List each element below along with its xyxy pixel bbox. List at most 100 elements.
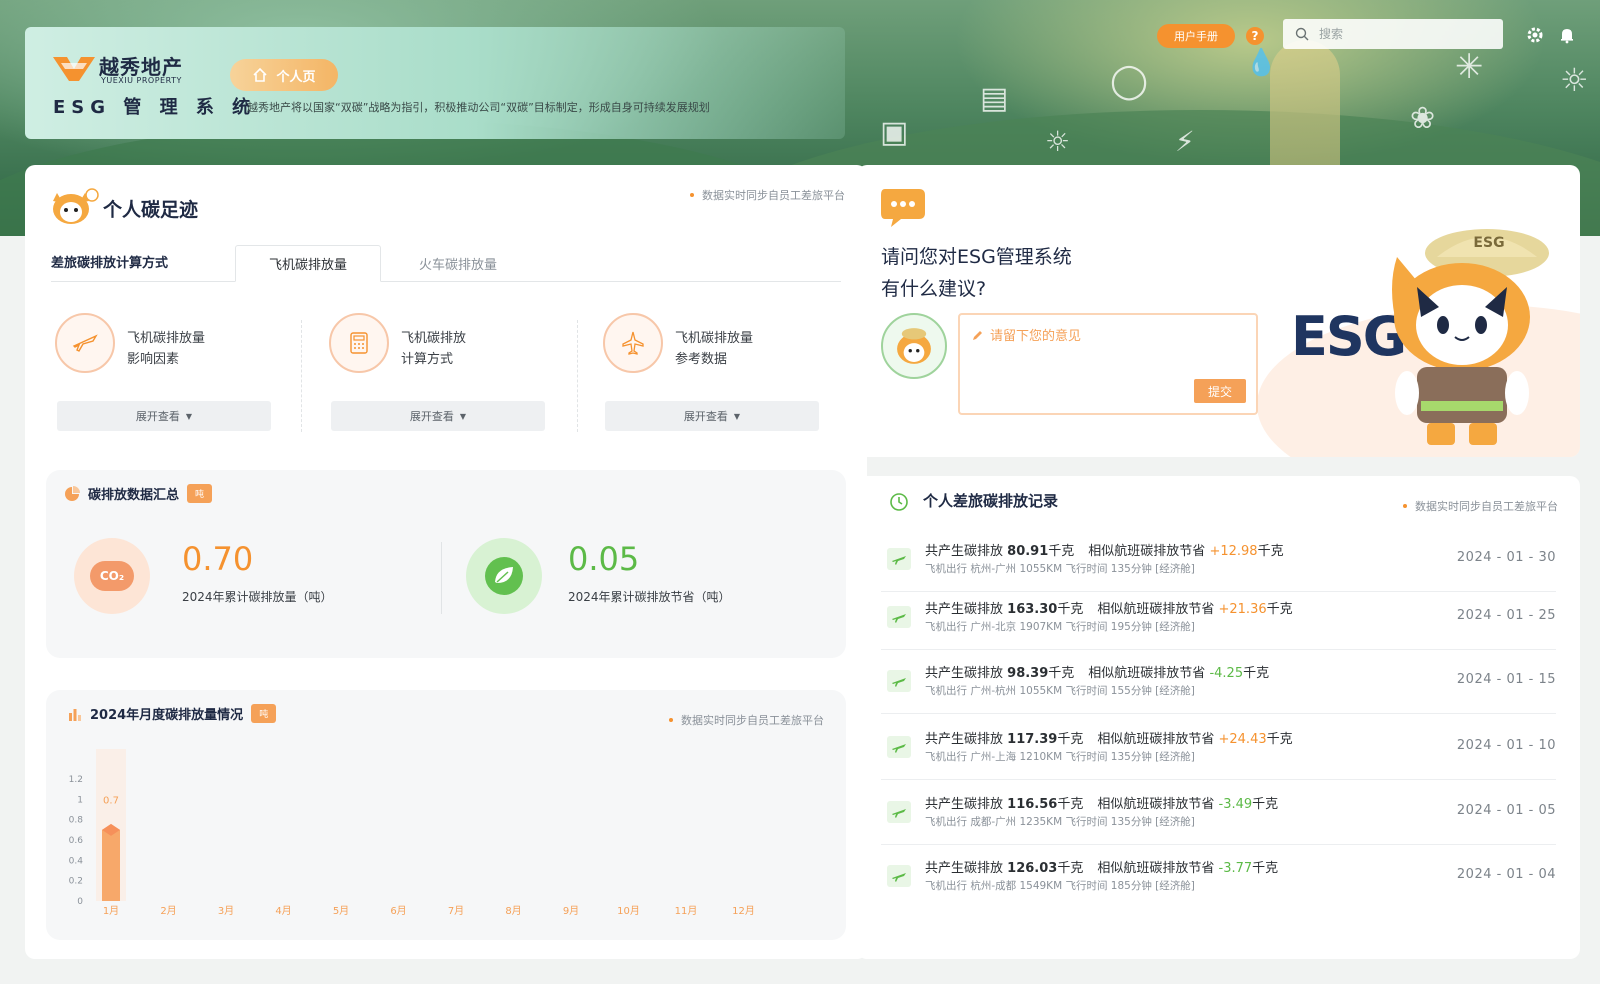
saving-amount: -3.77 bbox=[1218, 861, 1253, 876]
note-dot bbox=[690, 193, 694, 197]
x-tick-label: 2月 bbox=[160, 905, 176, 917]
search-input[interactable] bbox=[1319, 27, 1489, 41]
emission-amount: 117.39 bbox=[1007, 732, 1058, 747]
pie-chart-icon bbox=[65, 485, 80, 501]
saving-label: 2024年累计碳排放节省（吨） bbox=[568, 590, 731, 604]
pencil-icon bbox=[973, 331, 982, 340]
emit-prefix: 共产生碳排放 bbox=[925, 797, 1004, 812]
footprint-title: 个人碳足迹 bbox=[103, 199, 199, 221]
airplane-icon bbox=[72, 334, 98, 352]
saving-amount: -3.49 bbox=[1218, 797, 1253, 812]
factor-title: 飞机碳排放 bbox=[401, 331, 467, 346]
mascot-icon bbox=[53, 188, 99, 224]
expand-label: 展开查看 bbox=[409, 410, 454, 423]
y-tick-label: 0.4 bbox=[69, 856, 84, 866]
emission-unit: 千克 bbox=[1057, 797, 1084, 812]
emit-prefix: 共产生碳排放 bbox=[925, 602, 1004, 617]
save-prefix: 相似航班碳排放节省 bbox=[1088, 544, 1206, 559]
personal-footprint-card: 个人碳足迹 数据实时同步自员工差旅平台 差旅碳排放计算方式 飞机碳排放量 火车碳… bbox=[25, 165, 867, 959]
factor-divider bbox=[577, 320, 578, 432]
tab-train-emission[interactable]: 火车碳排放量 bbox=[385, 245, 531, 282]
sync-note-text: 数据实时同步自员工差旅平台 bbox=[702, 189, 845, 202]
save-prefix: 相似航班碳排放节省 bbox=[1088, 666, 1206, 681]
car-icon: ▣ bbox=[880, 115, 909, 150]
document-icon: ▤ bbox=[980, 81, 1009, 116]
sync-note: 数据实时同步自员工差旅平台 bbox=[690, 187, 845, 203]
emit-prefix: 共产生碳排放 bbox=[925, 732, 1004, 747]
expand-button[interactable]: 展开查看 ▼ bbox=[57, 401, 271, 431]
factor-reference: 飞机碳排放量 参考数据 展开查看 ▼ bbox=[599, 313, 861, 433]
emission-summary-panel: 碳排放数据汇总 吨 CO₂ 0.70 2024年累计碳排放量（吨） 0.05 2… bbox=[46, 470, 846, 658]
factor-title: 飞机碳排放量 bbox=[127, 331, 206, 346]
plane-top-icon bbox=[622, 331, 644, 355]
caret-down-icon: ▼ bbox=[733, 411, 741, 421]
unit-badge: 吨 bbox=[187, 484, 213, 503]
y-tick-label: 0.8 bbox=[69, 816, 84, 826]
factor-icon-circle bbox=[55, 313, 115, 373]
y-tick-label: 0 bbox=[77, 897, 83, 907]
saving-amount: +21.36 bbox=[1218, 602, 1267, 617]
emission-value: 0.70 bbox=[182, 540, 254, 578]
submit-button[interactable]: 提交 bbox=[1194, 379, 1246, 403]
sync-note: 数据实时同步自员工差旅平台 bbox=[1403, 498, 1558, 514]
calculator-icon bbox=[350, 332, 368, 354]
expand-button[interactable]: 展开查看 ▼ bbox=[331, 401, 545, 431]
expand-button[interactable]: 展开查看 ▼ bbox=[605, 401, 819, 431]
saving-unit: 千克 bbox=[1252, 861, 1279, 876]
record-date: 2024 - 01 - 04 bbox=[1456, 867, 1556, 882]
x-tick-label: 6月 bbox=[390, 905, 406, 917]
record-summary: 共产生碳排放 116.56千克 相似航班碳排放节省 -3.49千克 bbox=[925, 793, 1278, 812]
suggestion-question-line2: 有什么建议? bbox=[881, 278, 987, 300]
emission-label: 2024年累计碳排放量（吨） bbox=[182, 590, 333, 604]
bell-icon[interactable] bbox=[1558, 26, 1576, 44]
x-tick-label: 11月 bbox=[675, 905, 698, 917]
search-icon bbox=[1295, 27, 1309, 41]
save-prefix: 相似航班碳排放节省 bbox=[1097, 732, 1215, 747]
emission-amount: 163.30 bbox=[1007, 602, 1058, 617]
leaf-circle bbox=[466, 538, 542, 614]
factor-subtitle: 影响因素 bbox=[127, 352, 180, 367]
saving-unit: 千克 bbox=[1266, 602, 1293, 617]
feedback-input[interactable] bbox=[990, 325, 1245, 375]
y-tick-label: 0.6 bbox=[69, 836, 84, 846]
gear-icon[interactable] bbox=[1526, 26, 1544, 44]
x-tick-label: 10月 bbox=[617, 905, 640, 917]
feedback-box: 提交 bbox=[958, 313, 1258, 415]
caret-down-icon: ▼ bbox=[459, 411, 467, 421]
save-prefix: 相似航班碳排放节省 bbox=[1097, 797, 1215, 812]
x-tick-label: 5月 bbox=[333, 905, 349, 917]
sync-note-text: 数据实时同步自员工差旅平台 bbox=[1415, 500, 1558, 513]
record-detail: 飞机出行 广州-上海 1210KM 飞行时间 135分钟 [经济舱] bbox=[925, 751, 1195, 763]
emission-amount: 116.56 bbox=[1007, 797, 1058, 812]
record-row: 共产生碳排放 80.91千克 相似航班碳排放节省 +12.98千克 飞机出行 杭州-… bbox=[881, 528, 1556, 592]
saving-unit: 千克 bbox=[1266, 732, 1293, 747]
factor-calculation: 飞机碳排放 计算方式 展开查看 ▼ bbox=[325, 313, 587, 433]
factor-divider bbox=[301, 320, 302, 432]
factor-subtitle: 参考数据 bbox=[675, 352, 728, 367]
plane-icon bbox=[887, 670, 911, 692]
plane-icon bbox=[887, 865, 911, 887]
expand-label: 展开查看 bbox=[683, 410, 728, 423]
tab-plane-emission[interactable]: 飞机碳排放量 bbox=[235, 245, 381, 282]
user-avatar bbox=[881, 313, 947, 379]
factor-title: 飞机碳排放量 bbox=[675, 331, 754, 346]
sun-icon: ☼ bbox=[1045, 125, 1071, 158]
home-button[interactable]: 个人页 bbox=[230, 59, 338, 91]
factor-icon-circle bbox=[329, 313, 389, 373]
factor-influence: 飞机碳排放量 影响因素 展开查看 ▼ bbox=[51, 313, 313, 433]
plane-icon bbox=[887, 606, 911, 628]
record-row: 共产生碳排放 126.03千克 相似航班碳排放节省 -3.77千克 飞机出行 杭州-… bbox=[881, 845, 1556, 909]
emission-unit: 千克 bbox=[1048, 544, 1075, 559]
record-row: 共产生碳排放 116.56千克 相似航班碳排放节省 -3.49千克 飞机出行 成都-… bbox=[881, 781, 1556, 845]
record-detail: 飞机出行 杭州-成都 1549KM 飞行时间 185分钟 [经济舱] bbox=[925, 880, 1195, 892]
help-icon[interactable]: ? bbox=[1246, 27, 1264, 45]
record-summary: 共产生碳排放 126.03千克 相似航班碳排放节省 -3.77千克 bbox=[925, 857, 1278, 876]
save-prefix: 相似航班碳排放节省 bbox=[1097, 861, 1215, 876]
brand-name-en: YUEXIU PROPERTY bbox=[101, 76, 182, 85]
record-detail: 飞机出行 杭州-广州 1055KM 飞行时间 135分钟 [经济舱] bbox=[925, 563, 1195, 575]
travel-record-card: 个人差旅碳排放记录 数据实时同步自员工差旅平台 共产生碳排放 80.91千克 相似… bbox=[857, 476, 1580, 959]
user-manual-button[interactable]: 用户手册 bbox=[1157, 24, 1235, 48]
y-tick-label: 1.2 bbox=[69, 775, 83, 785]
record-summary: 共产生碳排放 117.39千克 相似航班碳排放节省 +24.43千克 bbox=[925, 728, 1293, 747]
x-tick-label: 1月 bbox=[103, 905, 119, 917]
